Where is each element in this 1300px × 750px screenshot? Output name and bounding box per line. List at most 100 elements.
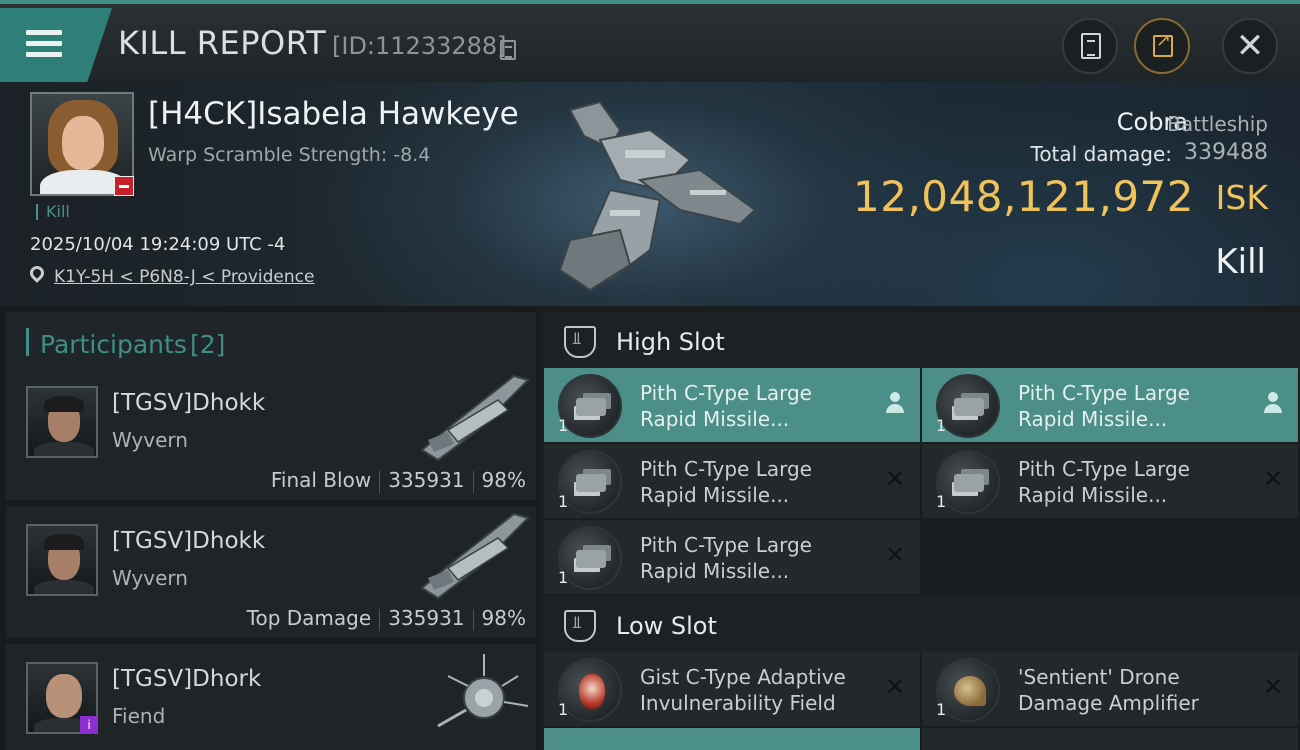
module-name: 'Sentient' Drone Damage Amplifier [1018, 664, 1248, 716]
share-button[interactable] [1134, 18, 1190, 74]
module-quantity: 1 [558, 416, 569, 435]
victim-name[interactable]: [H4CK]Isabela Hawkeye [148, 96, 519, 132]
participant-ship: Fiend [112, 704, 166, 728]
header-accent [26, 328, 29, 356]
low-slot-icon [564, 610, 596, 642]
divider [379, 608, 381, 631]
high-slot-title: High Slot [616, 328, 725, 356]
dish-shape [954, 676, 986, 706]
module-name-line2: Damage Amplifier [1018, 691, 1199, 715]
module-name-line2: Rapid Missile... [640, 483, 790, 507]
module-quantity: 1 [558, 700, 569, 719]
warp-scramble-strength: Warp Scramble Strength: -8.4 [148, 144, 431, 166]
divider [472, 608, 474, 631]
report-id: [ID:11233288] [332, 32, 507, 60]
shield-shape [579, 674, 605, 710]
participant-stats: Final Blow 335931 98% [271, 468, 526, 493]
victim-ship-class: Battleship [1167, 112, 1268, 136]
launcher-shape [954, 474, 984, 492]
module-name-line1: Pith C-Type Large [1018, 457, 1190, 481]
module-name: Pith C-Type Large Rapid Missile... [1018, 380, 1248, 432]
avatar-body [34, 442, 94, 456]
security-status-badge [114, 176, 134, 196]
participant-row[interactable]: [TGSV]Dhokk Wyvern Top Damage 335931 98% [6, 506, 536, 638]
page-title: KILL REPORT [118, 24, 327, 62]
module-name-line1: Pith C-Type Large [640, 457, 812, 481]
module-slot[interactable]: 1 Pith C-Type Large Rapid Missile... ✕ [922, 444, 1298, 518]
total-damage-value: 339488 [1184, 140, 1268, 165]
participant-ship: Wyvern [112, 566, 188, 590]
total-damage-label: Total damage: [1030, 142, 1173, 166]
isk-value: 12,048,121,972 [853, 172, 1194, 221]
pilot-icon [886, 392, 904, 414]
isk-unit: ISK [1215, 178, 1268, 217]
module-name-line1: 'Sentient' Drone [1018, 665, 1180, 689]
hamburger-icon [26, 30, 62, 35]
module-slot-partial[interactable] [544, 728, 920, 750]
module-quantity: 1 [558, 492, 569, 511]
low-slot-title: Low Slot [616, 612, 717, 640]
participant-ship-image [420, 512, 530, 600]
pilot-icon [1264, 392, 1282, 414]
avatar-cap [44, 396, 84, 412]
participant-role: Final Blow [270, 468, 372, 492]
module-name-line2: Rapid Missile... [640, 407, 790, 431]
low-slot-header: Low Slot [544, 596, 1300, 654]
share-icon [1153, 30, 1173, 57]
participant-role: Top Damage [246, 606, 372, 630]
module-name: Pith C-Type Large Rapid Missile... [640, 380, 870, 432]
module-slot[interactable]: 1 Pith C-Type Large Rapid Missile... [922, 368, 1298, 442]
module-name: Pith C-Type Large Rapid Missile... [640, 456, 870, 508]
pilot-body [886, 404, 904, 413]
participants-header: Participants [2] [6, 312, 536, 370]
portrait-face [62, 116, 104, 170]
corp-role-badge: i [80, 716, 98, 734]
hamburger-icon-bar [26, 52, 62, 57]
participant-percent: 98% [481, 606, 526, 630]
launcher-shape [576, 474, 606, 492]
module-name: Pith C-Type Large Rapid Missile... [640, 532, 870, 584]
close-button[interactable]: ✕ [1222, 18, 1278, 74]
participant-row[interactable]: i [TGSV]Dhork Fiend [6, 644, 536, 750]
close-icon: ✕ [1235, 26, 1265, 66]
x-icon: ✕ [1262, 673, 1284, 701]
victim-banner: [H4CK]Isabela Hawkeye Warp Scramble Stre… [0, 82, 1300, 306]
module-name-line1: Pith C-Type Large [1018, 381, 1190, 405]
kill-result: Kill [1215, 242, 1266, 282]
participant-ship: Wyvern [112, 428, 188, 452]
top-bar: KILL REPORT [ID:11233288] ✕ [0, 0, 1300, 82]
participant-name: [TGSV]Dhokk [112, 528, 266, 554]
module-slot[interactable]: 1 'Sentient' Drone Damage Amplifier ✕ [922, 652, 1298, 726]
module-slot[interactable]: 1 Pith C-Type Large Rapid Missile... [544, 368, 920, 442]
menu-button[interactable] [0, 8, 112, 82]
pilot-body [1264, 404, 1282, 413]
clipboard-button[interactable] [1062, 18, 1118, 74]
module-slot[interactable]: 1 Pith C-Type Large Rapid Missile... ✕ [544, 520, 920, 594]
module-slot-partial[interactable] [922, 728, 1298, 750]
participant-name: [TGSV]Dhork [112, 666, 262, 692]
participants-panel: Participants [2] [TGSV]Dhokk Wyvern Fina… [0, 306, 540, 750]
module-quantity: 1 [936, 416, 947, 435]
participant-stats: Top Damage 335931 98% [247, 606, 526, 631]
module-name-line2: Invulnerability Field [640, 691, 836, 715]
copy-icon[interactable] [500, 40, 516, 60]
kill-timestamp: 2025/10/04 19:24:09 UTC -4 [30, 234, 286, 255]
high-slot-header: High Slot [544, 312, 1300, 370]
module-slot[interactable]: 1 Pith C-Type Large Rapid Missile... ✕ [544, 444, 920, 518]
pilot-head [890, 392, 900, 402]
avatar[interactable] [26, 386, 98, 458]
module-name-line1: Pith C-Type Large [640, 533, 812, 557]
avatar[interactable] [26, 524, 98, 596]
launcher-shape [954, 398, 984, 416]
module-slot[interactable]: 1 Gist C-Type Adaptive Invulnerability F… [544, 652, 920, 726]
clipboard-icon [1081, 33, 1101, 59]
victim-ship-image [558, 100, 757, 292]
participants-title: Participants [40, 330, 187, 359]
high-slot-icon [564, 326, 596, 358]
location-link[interactable]: K1Y-5H < P6N8-J < Providence [54, 267, 314, 287]
participant-row[interactable]: [TGSV]Dhokk Wyvern Final Blow 335931 98% [6, 368, 536, 500]
kill-tag: Kill [36, 204, 70, 220]
launcher-shape [576, 550, 606, 568]
launcher-shape [576, 398, 606, 416]
module-quantity: 1 [936, 492, 947, 511]
